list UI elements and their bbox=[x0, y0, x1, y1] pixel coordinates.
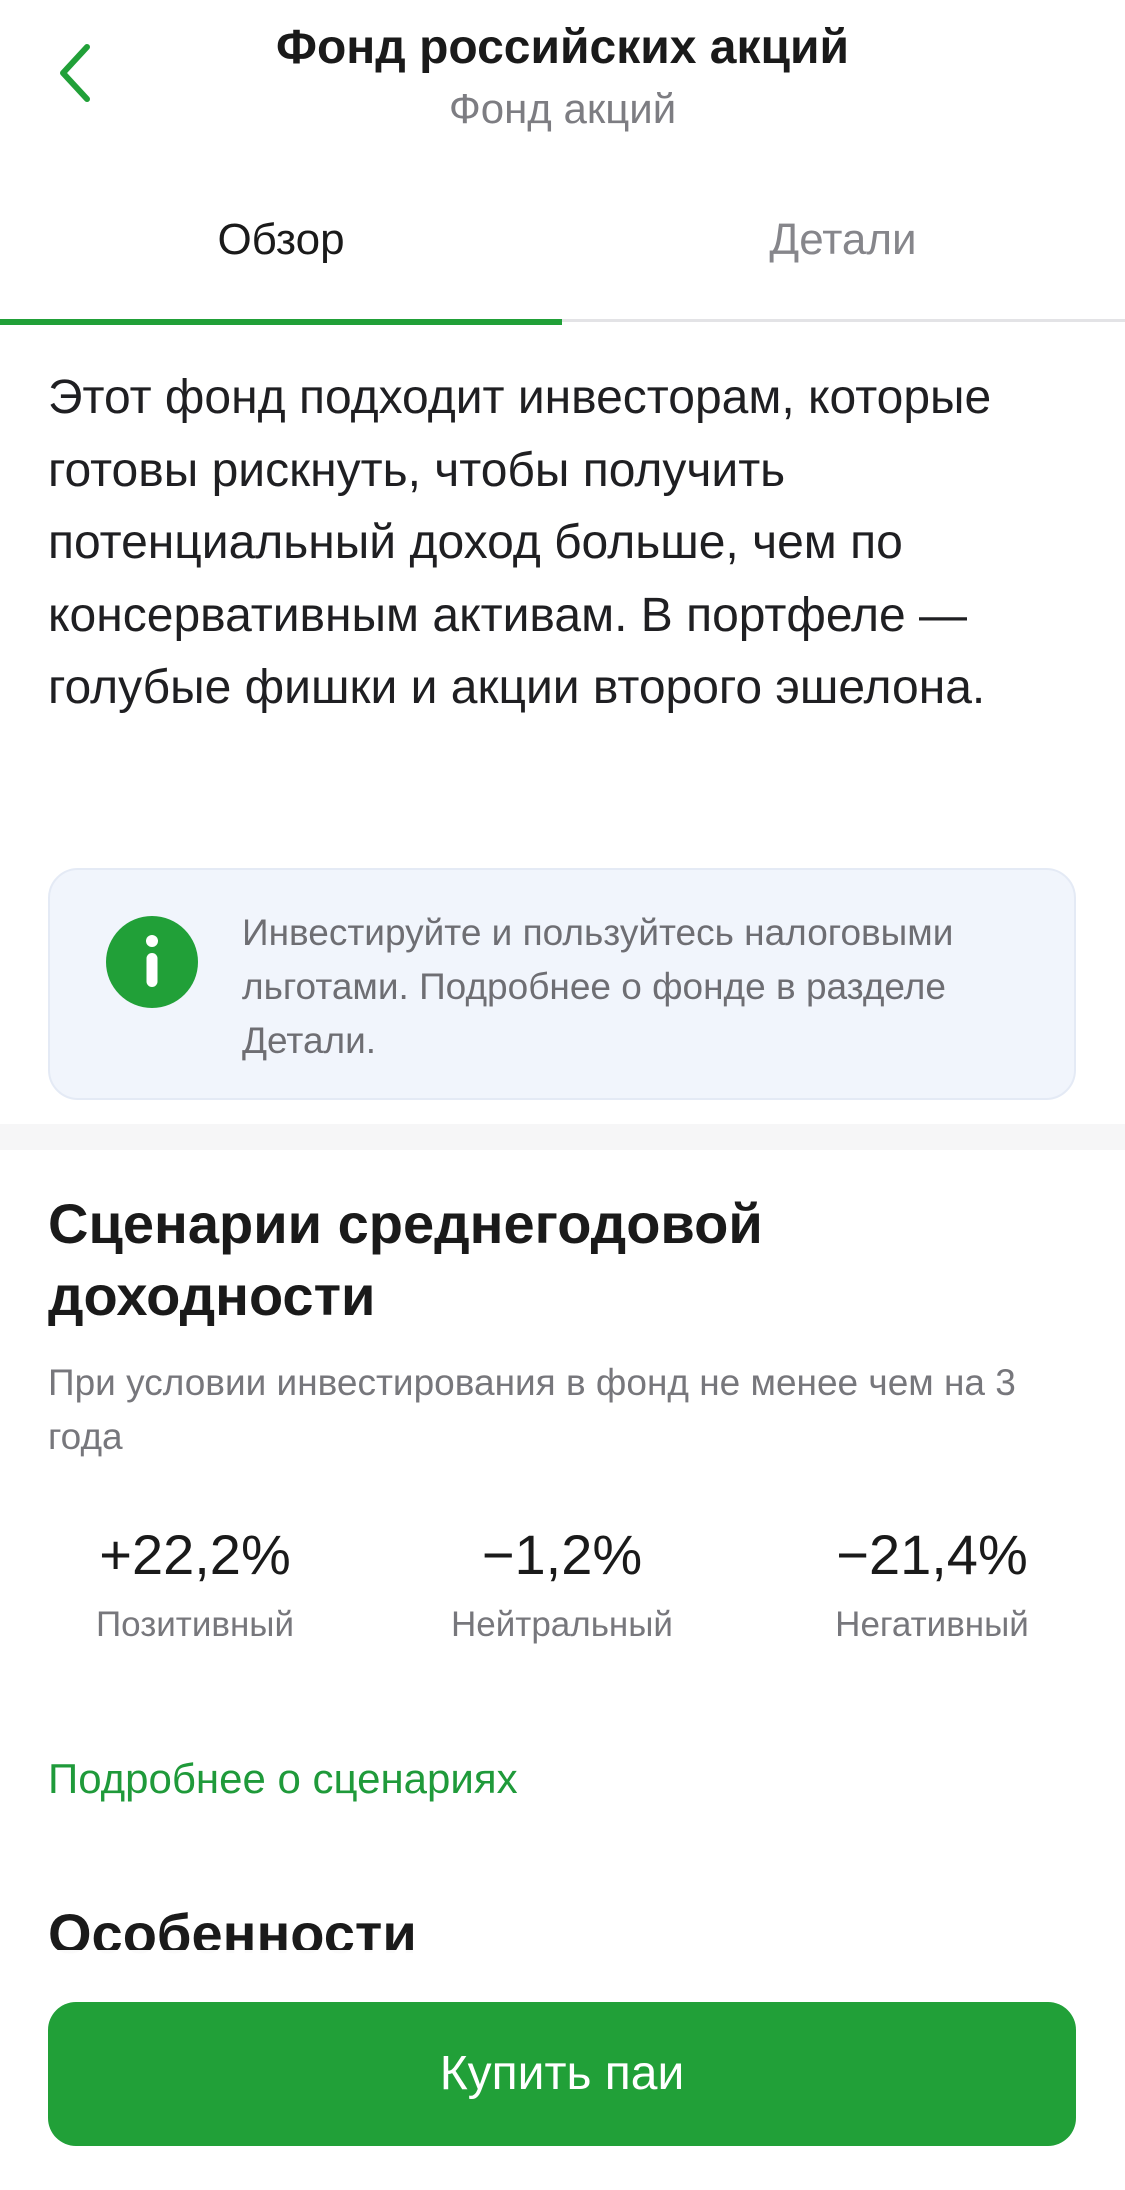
scenario-label: Негативный bbox=[835, 1605, 1029, 1644]
header: Фонд российских акций Фонд акций bbox=[0, 0, 1125, 160]
tab-details[interactable]: Детали bbox=[562, 190, 1124, 322]
scenario-label: Позитивный bbox=[95, 1605, 295, 1644]
info-card-text: Инвестируйте и пользуйтесь налоговыми ль… bbox=[242, 912, 954, 1061]
info-icon bbox=[106, 916, 198, 1008]
info-card: Инвестируйте и пользуйтесь налоговыми ль… bbox=[48, 868, 1076, 1100]
tab-bar: Обзор Детали bbox=[0, 190, 1125, 325]
scenario-neutral: −1,2% Нейтральный bbox=[412, 1520, 712, 1648]
tab-overview-label: Обзор bbox=[217, 215, 345, 264]
tab-details-label: Детали bbox=[769, 215, 917, 264]
section-divider bbox=[0, 1124, 1125, 1150]
page-title: Фонд российских акций bbox=[276, 21, 849, 74]
scenarios-subtitle: При условии инвестирования в фонд не мен… bbox=[48, 1362, 1016, 1457]
fund-description: Этот фонд подходит инвесторам, которые г… bbox=[48, 371, 992, 714]
scenario-value: +22,2% bbox=[99, 1523, 291, 1586]
active-tab-indicator bbox=[0, 319, 562, 325]
scenario-positive: +22,2% Позитивный bbox=[45, 1520, 345, 1648]
scenario-value: −1,2% bbox=[481, 1523, 643, 1586]
scenarios-more-link[interactable]: Подробнее о сценариях bbox=[48, 1752, 518, 1806]
scenario-label: Нейтральный bbox=[451, 1605, 673, 1644]
scenarios-title: Сценарии среднегодовой доходности bbox=[48, 1192, 763, 1327]
scenario-negative: −21,4% Негативный bbox=[782, 1520, 1082, 1648]
page-subtitle: Фонд акций bbox=[448, 85, 677, 132]
buy-shares-button[interactable]: Купить паи bbox=[48, 2002, 1076, 2146]
scenario-value: −21,4% bbox=[836, 1523, 1028, 1586]
tab-overview[interactable]: Обзор bbox=[0, 190, 562, 325]
